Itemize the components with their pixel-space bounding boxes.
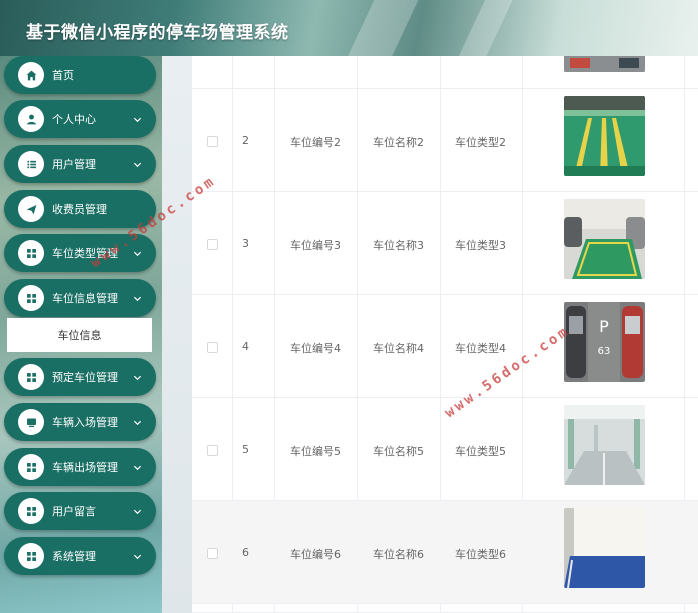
sidebar-item-collector-management[interactable]: 收费员管理 [4, 190, 156, 228]
chevron-down-icon [130, 415, 144, 429]
row-index: 2 [242, 134, 249, 147]
parking-photo[interactable] [564, 508, 645, 588]
parking-photo[interactable] [564, 96, 645, 176]
list-icon [18, 151, 44, 177]
monitor-icon [18, 409, 44, 435]
sidebar-item-label: 预定车位管理 [52, 371, 118, 384]
app-title: 基于微信小程序的停车场管理系统 [26, 23, 289, 43]
space-name: 车位名称3 [373, 239, 424, 252]
row-checkbox[interactable] [207, 136, 218, 147]
chevron-down-icon [130, 549, 144, 563]
space-name: 车位名称6 [373, 548, 424, 561]
parking-photo[interactable]: P 63 [564, 302, 645, 382]
sidebar-item-label: 车位信息管理 [52, 292, 118, 305]
space-code: 车位编号5 [290, 445, 341, 458]
svg-text:63: 63 [598, 346, 611, 357]
space-name: 车位名称2 [373, 136, 424, 149]
chevron-down-icon [130, 157, 144, 171]
space-code: 车位编号3 [290, 239, 341, 252]
sidebar-item-reservation-management[interactable]: 预定车位管理 [4, 358, 156, 396]
submenu-item-space-info[interactable]: 车位信息 [7, 318, 152, 352]
grid-icon [18, 240, 44, 266]
content-gutter [162, 56, 192, 613]
space-type: 车位类型6 [455, 548, 506, 561]
table-row [192, 604, 698, 613]
grid-icon [18, 454, 44, 480]
chevron-down-icon [130, 504, 144, 518]
app-header: 基于微信小程序的停车场管理系统 [0, 0, 698, 56]
parking-photo[interactable] [564, 405, 645, 485]
sidebar-item-space-info-management[interactable]: 车位信息管理 [4, 279, 156, 317]
sidebar-item-label: 用户留言 [52, 505, 96, 518]
sidebar-item-label: 车辆出场管理 [52, 461, 118, 474]
space-code: 车位编号6 [290, 548, 341, 561]
sidebar-item-vehicle-entry-management[interactable]: 车辆入场管理 [4, 403, 156, 441]
grid-icon [18, 285, 44, 311]
parking-photo[interactable] [564, 199, 645, 279]
space-type: 车位类型5 [455, 445, 506, 458]
grid-icon [18, 543, 44, 569]
header-decoration [338, 0, 422, 56]
space-code: 车位编号4 [290, 342, 341, 355]
sidebar: 首页 个人中心 用户管理 收费员管理 车位类型管理 车位信息管理 车位信息 预定… [0, 56, 162, 613]
row-index: 6 [242, 546, 249, 559]
send-icon [18, 196, 44, 222]
table-row[interactable]: 2 车位编号2 车位名称2 车位类型2 [192, 89, 698, 192]
chevron-down-icon [130, 370, 144, 384]
row-checkbox[interactable] [207, 445, 218, 456]
chevron-down-icon [130, 291, 144, 305]
sidebar-item-system-management[interactable]: 系统管理 [4, 537, 156, 575]
grid-icon [18, 498, 44, 524]
row-index: 3 [242, 237, 249, 250]
user-icon [18, 106, 44, 132]
row-index: 4 [242, 340, 249, 353]
home-icon [18, 62, 44, 88]
table-row[interactable]: 4 车位编号4 车位名称4 车位类型4 P 63 [192, 295, 698, 398]
table-row[interactable]: 3 车位编号3 车位名称3 车位类型3 [192, 192, 698, 295]
row-checkbox[interactable] [207, 342, 218, 353]
sidebar-item-user-management[interactable]: 用户管理 [4, 145, 156, 183]
header-decoration [447, 0, 518, 56]
sidebar-item-label: 收费员管理 [52, 203, 107, 216]
row-index: 5 [242, 443, 249, 456]
chevron-down-icon [130, 112, 144, 126]
space-type: 车位类型4 [455, 342, 506, 355]
data-table: 2 车位编号2 车位名称2 车位类型2 3 车位编号3 车位名称3 车位类型3 [192, 56, 698, 613]
row-checkbox[interactable] [207, 548, 218, 559]
sidebar-item-label: 车辆入场管理 [52, 416, 118, 429]
sidebar-item-label: 个人中心 [52, 113, 96, 126]
row-checkbox[interactable] [207, 239, 218, 250]
table-row[interactable] [192, 56, 698, 89]
space-type: 车位类型3 [455, 239, 506, 252]
svg-text:P: P [599, 317, 609, 336]
space-code: 车位编号2 [290, 136, 341, 149]
chevron-down-icon [130, 460, 144, 474]
sidebar-item-user-messages[interactable]: 用户留言 [4, 492, 156, 530]
sidebar-item-home[interactable]: 首页 [4, 56, 156, 94]
sidebar-item-vehicle-exit-management[interactable]: 车辆出场管理 [4, 448, 156, 486]
sidebar-item-label: 首页 [52, 69, 74, 82]
sidebar-item-personal-center[interactable]: 个人中心 [4, 100, 156, 138]
grid-icon [18, 364, 44, 390]
space-name: 车位名称4 [373, 342, 424, 355]
parking-photo [564, 56, 645, 72]
space-type: 车位类型2 [455, 136, 506, 149]
table-row[interactable]: 6 车位编号6 车位名称6 车位类型6 [192, 501, 698, 604]
chevron-down-icon [130, 246, 144, 260]
space-name: 车位名称5 [373, 445, 424, 458]
sidebar-item-label: 用户管理 [52, 158, 96, 171]
sidebar-item-label: 系统管理 [52, 550, 96, 563]
